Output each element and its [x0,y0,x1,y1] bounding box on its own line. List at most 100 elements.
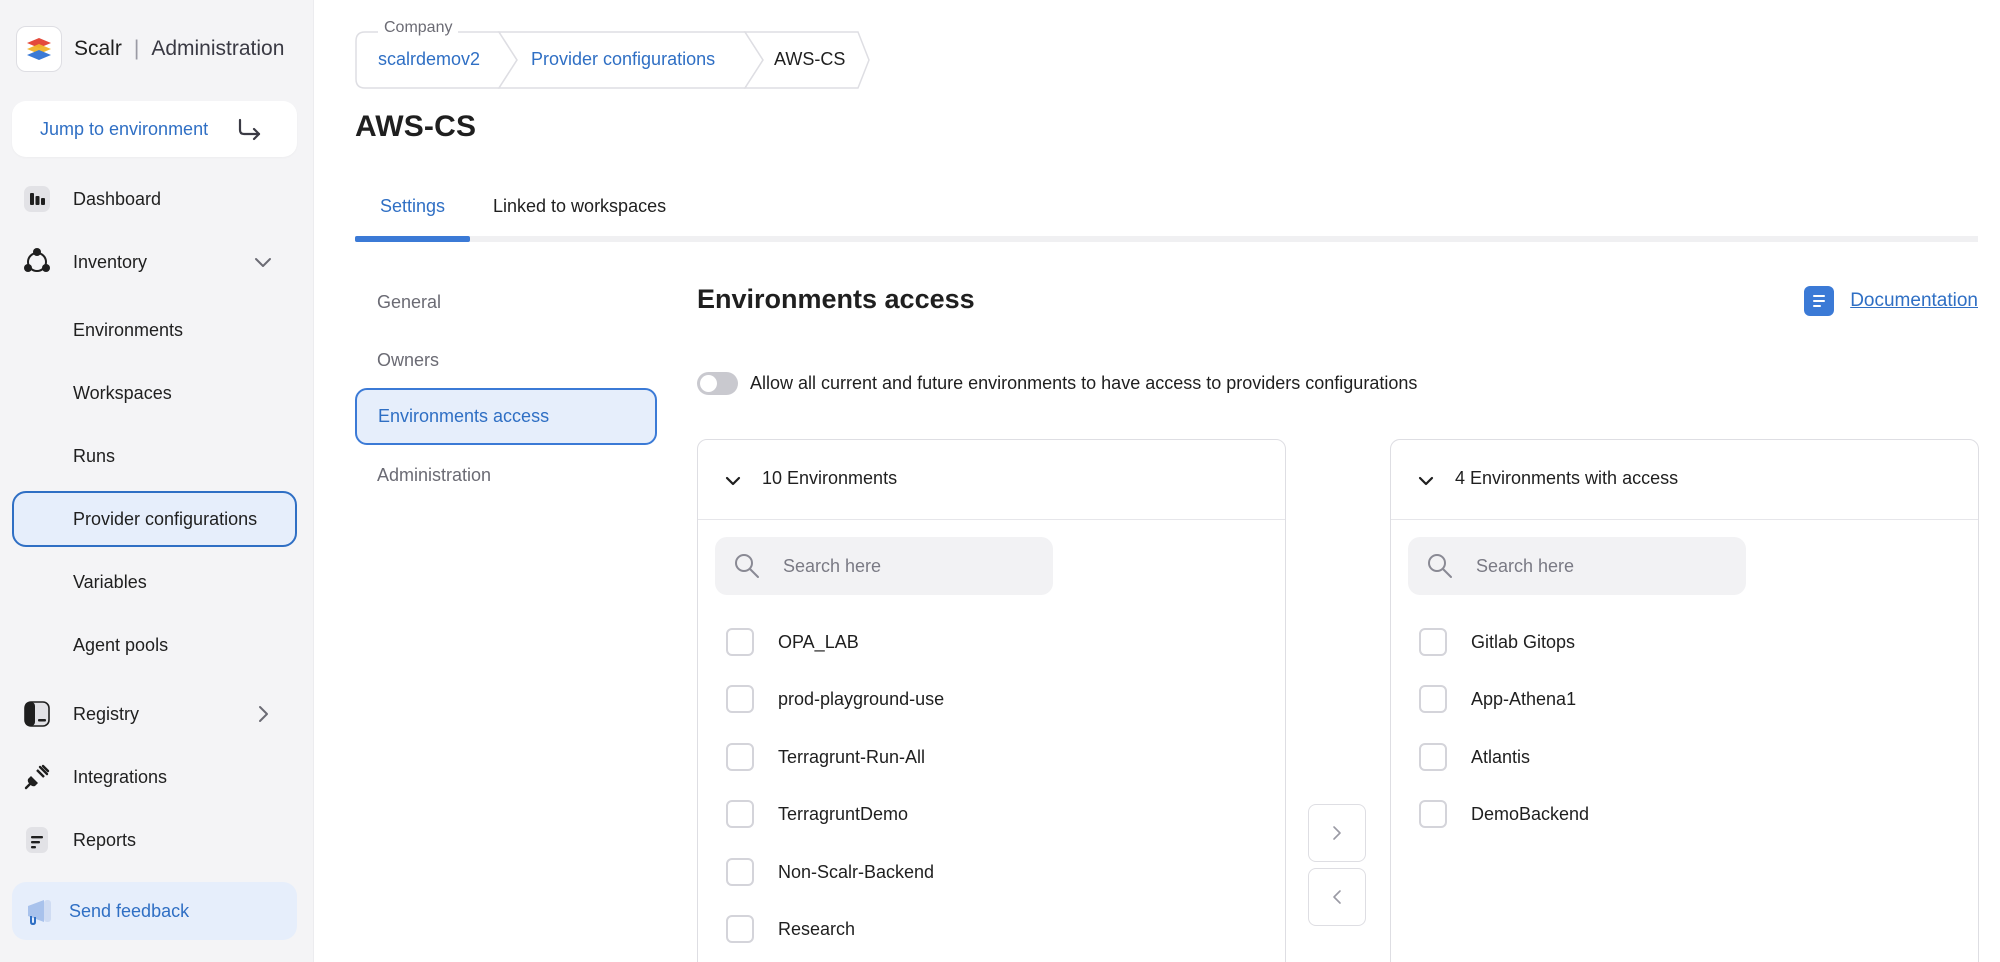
sidebar-item-label: Integrations [73,766,168,787]
subnav-general[interactable]: General [355,274,657,331]
subnav-environments-access[interactable]: Environments access [355,388,657,445]
tab-label: Linked to workspaces [493,196,667,216]
checkbox[interactable] [726,685,754,713]
list-item[interactable]: OPA_LAB [726,627,859,657]
chevron-down-icon[interactable] [1417,472,1435,490]
chevron-left-icon [1333,890,1341,904]
list-item[interactable]: DemoBackend [1419,799,1589,829]
sidebar-item-label: Runs [73,445,116,466]
list-item[interactable]: TerragruntDemo [726,799,908,829]
environment-name: OPA_LAB [778,631,859,652]
chevron-down-icon [255,258,271,267]
list-item[interactable]: Gitlab Gitops [1419,627,1575,657]
move-right-button[interactable] [1308,804,1366,862]
breadcrumb-company-caption: Company [378,19,459,37]
sidebar-item-runs[interactable]: Runs [12,428,297,484]
active-tab-indicator [355,236,470,242]
subnav-administration[interactable]: Administration [355,447,657,504]
environments-with-access-panel: 4 Environments with access Gitlab Gitops… [1390,439,1979,962]
checkbox[interactable] [726,915,754,943]
dashboard-icon [24,186,50,212]
tab-linked-to-workspaces[interactable]: Linked to workspaces [493,196,666,242]
registry-icon [24,701,50,727]
sidebar-item-label: Variables [73,571,147,592]
sidebar-item-agent-pools[interactable]: Agent pools [12,617,297,673]
panel-header-label: 4 Environments with access [1455,468,1679,488]
move-left-button[interactable] [1308,868,1366,926]
sidebar-item-environments[interactable]: Environments [12,302,297,358]
sidebar-item-integrations[interactable]: Integrations [12,749,297,805]
environment-name: App-Athena1 [1471,688,1577,709]
checkbox[interactable] [726,628,754,656]
inventory-icon [24,248,50,272]
sidebar-item-label: Inventory [73,251,148,272]
scalr-logo-icon [16,26,62,72]
chevron-down-icon[interactable] [724,472,742,490]
app-name: Scalr [74,37,122,60]
sidebar-item-inventory[interactable]: Inventory [12,234,297,290]
sidebar-item-dashboard[interactable]: Dashboard [12,171,297,227]
checkbox[interactable] [726,743,754,771]
list-item[interactable]: Research [726,914,855,944]
list-item[interactable]: Non-Scalr-Backend [726,857,934,887]
sidebar-item-label: Registry [73,703,140,724]
breadcrumb-company-link[interactable]: scalrdemov2 [378,49,480,70]
search-input[interactable] [783,537,1043,595]
search-input[interactable] [1476,537,1736,595]
allow-all-row: Allow all current and future environment… [697,372,1417,395]
checkbox[interactable] [726,858,754,886]
environment-name: Terragrunt-Run-All [778,746,926,767]
sidebar-item-registry[interactable]: Registry [12,686,297,742]
search-icon [1428,554,1452,578]
sidebar-item-provider-configurations[interactable]: Provider configurations [12,491,297,547]
sidebar-item-variables[interactable]: Variables [12,554,297,610]
breadcrumb-provider-configurations-link[interactable]: Provider configurations [531,49,715,70]
subnav-label: General [377,292,442,312]
list-item[interactable]: App-Athena1 [1419,684,1576,714]
brand[interactable]: Scalr | Administration [16,26,284,72]
chevron-right-icon [1333,826,1341,840]
checkbox[interactable] [1419,800,1447,828]
sidebar-item-label: Agent pools [73,634,169,655]
environment-name: Atlantis [1471,746,1531,767]
environment-name: Non-Scalr-Backend [778,861,935,882]
list-item[interactable]: Atlantis [1419,742,1530,772]
brand-separator: | [133,37,140,60]
sidebar-item-workspaces[interactable]: Workspaces [12,365,297,421]
panel-header: 4 Environments with access [1391,440,1978,520]
documentation-link[interactable]: Documentation [1804,286,1978,316]
search-field [1408,537,1746,595]
reports-icon [26,827,48,853]
sidebar-item-label: Environments [73,319,184,340]
subnav-label: Owners [377,350,440,370]
tab-bar: Settings Linked to workspaces [355,180,1978,242]
sidebar-item-label: Reports [73,829,137,850]
environment-name: DemoBackend [1471,803,1590,824]
available-environments-panel: 10 Environments OPA_LAB prod-playground-… [697,439,1286,962]
allow-all-environments-toggle[interactable] [697,372,738,395]
checkbox[interactable] [726,800,754,828]
checkbox[interactable] [1419,628,1447,656]
chevron-right-icon [259,706,268,722]
list-item[interactable]: prod-playground-use [726,684,944,714]
panel-header: 10 Environments [698,440,1285,520]
checkbox[interactable] [1419,743,1447,771]
search-icon [735,554,759,578]
breadcrumb-current: AWS-CS [774,49,846,69]
documentation-label: Documentation [1850,290,1978,311]
sidebar-item-reports[interactable]: Reports [12,812,297,868]
subnav-label: Environments access [378,406,550,426]
send-feedback-button[interactable]: Send feedback [12,882,297,940]
tab-settings[interactable]: Settings [355,196,470,242]
toggle-knob [700,375,717,392]
jump-label: Jump to environment [40,118,209,139]
megaphone-icon [28,900,51,925]
environment-name: TerragruntDemo [778,803,909,824]
subnav-owners[interactable]: Owners [355,332,657,389]
list-item[interactable]: Terragrunt-Run-All [726,742,925,772]
sidebar: Scalr | Administration Jump to environme… [0,0,314,962]
checkbox[interactable] [1419,685,1447,713]
turn-right-arrow-icon [238,118,261,141]
search-field [715,537,1053,595]
jump-to-environment-button[interactable]: Jump to environment [12,101,297,157]
